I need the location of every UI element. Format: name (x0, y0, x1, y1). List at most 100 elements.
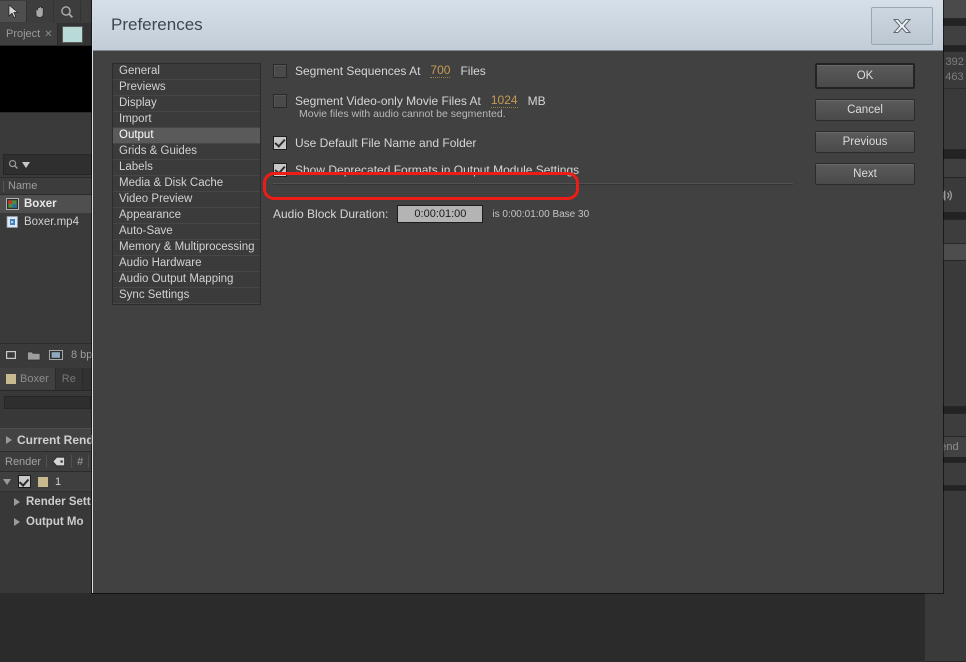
segment-video-only-row: Segment Video-only Movie Files At 1024 M… (273, 93, 793, 108)
project-column-header: Name (0, 177, 95, 195)
category-item-auto-save[interactable]: Auto-Save (113, 224, 260, 240)
project-panel: Project ✕ Name Boxer Boxer.mp4 8 bp (0, 23, 95, 368)
category-item-video-preview[interactable]: Video Preview (113, 192, 260, 208)
cancel-button[interactable]: Cancel (815, 99, 915, 121)
tab-project[interactable]: Project ✕ (0, 23, 58, 45)
tab-render-queue-label: Re (61, 373, 76, 385)
project-thumbnail (61, 25, 83, 43)
use-default-file-name-checkbox[interactable] (273, 136, 287, 150)
tab-boxer-comp[interactable]: Boxer (0, 368, 56, 390)
audio-block-duration-input[interactable]: 0:00:01:00 (397, 205, 484, 223)
use-default-file-name-row: Use Default File Name and Folder (273, 136, 793, 150)
segment-sequences-unit: Files (460, 63, 486, 78)
footage-strip-icon[interactable] (49, 349, 64, 362)
project-list-empty-area (0, 231, 95, 343)
bit-depth-label[interactable]: 8 bp (71, 349, 92, 361)
settings-divider (273, 183, 793, 185)
render-queue-column-header: Render # (0, 452, 95, 472)
segment-sequences-row: Segment Sequences At 700 Files (273, 63, 793, 78)
segment-video-only-label: Segment Video-only Movie Files At (295, 93, 481, 108)
hand-tool-button[interactable] (27, 1, 54, 22)
chevron-right-icon[interactable] (6, 436, 12, 444)
category-item-grids-and-guides[interactable]: Grids & Guides (113, 144, 260, 160)
audio-block-duration-label: Audio Block Duration: (273, 207, 389, 221)
list-item-label: Boxer.mp4 (24, 216, 79, 228)
segment-sequences-value[interactable]: 700 (430, 63, 451, 78)
next-button[interactable]: Next (815, 163, 915, 185)
audio-block-duration-row: Audio Block Duration: 0:00:01:00 is 0:00… (273, 205, 793, 223)
dialog-body: General Previews Display Import Output G… (93, 51, 943, 593)
column-header-number[interactable]: # (72, 455, 90, 468)
table-row[interactable]: 1 (0, 472, 95, 492)
timeline-bar[interactable] (4, 396, 91, 409)
current-render-section[interactable]: Current Rend (0, 428, 95, 452)
use-default-file-name-label: Use Default File Name and Folder (295, 136, 477, 150)
output-settings-pane: Segment Sequences At 700 Files Segment V… (273, 63, 793, 223)
render-queue-tabbar: Boxer Re (0, 368, 95, 391)
new-folder-icon[interactable] (27, 349, 42, 362)
hand-tool-icon (35, 5, 44, 18)
project-info-area (0, 113, 95, 151)
category-item-import[interactable]: Import (113, 112, 260, 128)
show-deprecated-formats-checkbox[interactable] (273, 163, 287, 177)
output-module-row[interactable]: Output Mo (0, 512, 95, 532)
selection-tool-icon (8, 5, 19, 18)
composition-swatch-icon (6, 374, 16, 384)
search-icon (8, 159, 19, 170)
chevron-down-icon[interactable] (3, 478, 11, 485)
page-title: Preferences (111, 15, 203, 34)
list-item[interactable]: Boxer (0, 195, 95, 213)
category-item-audio-hardware[interactable]: Audio Hardware (113, 256, 260, 272)
chevron-right-icon[interactable] (14, 498, 20, 506)
preferences-dialog: Preferences General Previews Display Imp… (92, 0, 943, 593)
previous-button[interactable]: Previous (815, 131, 915, 153)
segment-video-only-value[interactable]: 1024 (490, 93, 518, 108)
row-index-label: 1 (55, 475, 62, 488)
category-item-labels[interactable]: Labels (113, 160, 260, 176)
zoom-tool-icon (61, 5, 74, 18)
segment-sequences-checkbox[interactable] (273, 63, 287, 78)
category-item-general[interactable]: General (113, 64, 260, 80)
dialog-titlebar: Preferences (93, 0, 943, 51)
category-item-sync-settings[interactable]: Sync Settings (113, 288, 260, 304)
show-deprecated-formats-row: Show Deprecated Formats in Output Module… (273, 163, 793, 177)
search-input[interactable] (3, 154, 92, 175)
tab-render-queue[interactable]: Re (55, 368, 83, 390)
list-item-label: Boxer (24, 198, 57, 210)
project-thumbnail-slot (58, 23, 95, 45)
chevron-down-icon[interactable] (22, 161, 30, 168)
zoom-tool-button[interactable] (54, 1, 81, 22)
close-button[interactable] (871, 7, 933, 45)
ok-button[interactable]: OK (815, 63, 915, 89)
category-item-memory-and-multiprocessing[interactable]: Memory & Multiprocessing (113, 240, 260, 256)
segment-hint-text: Movie files with audio cannot be segment… (299, 108, 506, 120)
column-header-name: Name (8, 180, 38, 192)
close-x-icon[interactable]: ✕ (44, 29, 52, 40)
category-item-previews[interactable]: Previews (113, 80, 260, 96)
render-queue-panel: Boxer Re Current Rend Render # 1 Render … (0, 368, 95, 593)
category-item-audio-output-mapping[interactable]: Audio Output Mapping (113, 272, 260, 288)
tag-icon[interactable] (47, 455, 73, 468)
category-item-output[interactable]: Output (113, 128, 260, 144)
segment-video-only-unit: MB (527, 93, 546, 108)
current-render-label: Current Rend (17, 433, 94, 447)
list-item[interactable]: Boxer.mp4 (0, 213, 95, 231)
project-panel-footer: 8 bp (0, 343, 95, 366)
tab-boxer-label: Boxer (20, 373, 49, 385)
render-checkbox[interactable] (18, 475, 31, 488)
label-color-swatch[interactable] (38, 476, 48, 487)
category-item-appearance[interactable]: Appearance (113, 208, 260, 224)
column-header-render[interactable]: Render (0, 455, 48, 468)
segment-video-only-checkbox[interactable] (273, 93, 287, 108)
segment-sequences-label: Segment Sequences At (295, 63, 421, 78)
category-item-display[interactable]: Display (113, 96, 260, 112)
chevron-right-icon[interactable] (14, 518, 20, 526)
dialog-button-column: OK Cancel Previous Next (815, 63, 915, 185)
project-panel-tabbar: Project ✕ (0, 23, 95, 46)
show-deprecated-formats-label: Show Deprecated Formats in Output Module… (295, 163, 580, 177)
category-item-media-and-disk-cache[interactable]: Media & Disk Cache (113, 176, 260, 192)
render-settings-row[interactable]: Render Sett (0, 492, 95, 512)
selection-tool-button[interactable] (0, 1, 27, 22)
new-composition-icon[interactable] (5, 349, 20, 362)
project-preview-area (0, 46, 95, 113)
